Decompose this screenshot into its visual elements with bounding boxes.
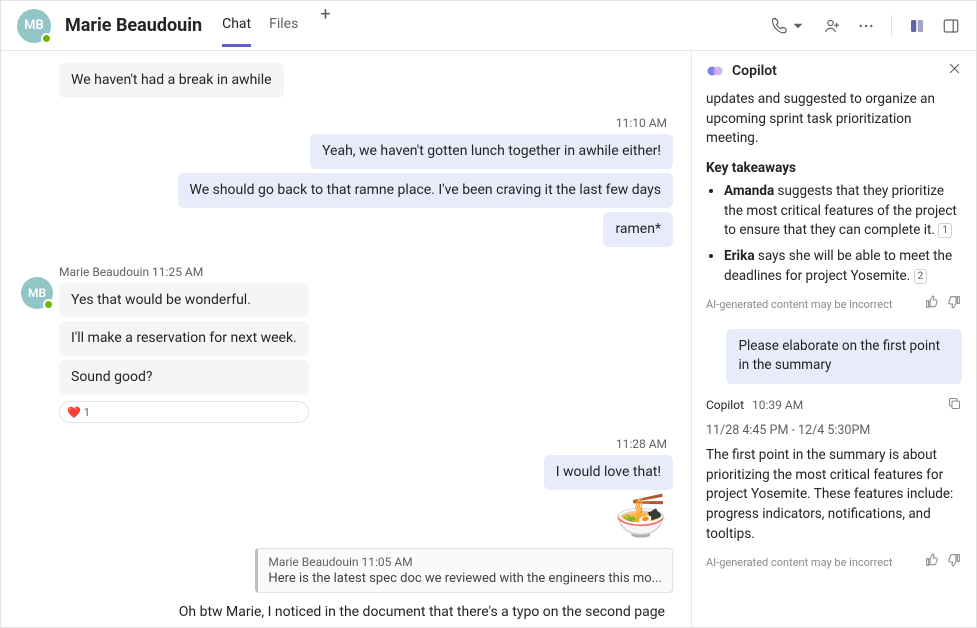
reference-badge[interactable]: 1: [938, 223, 952, 238]
copilot-logo-icon: [706, 62, 724, 80]
message-group-outgoing: 11:28 AM I would love that! 🍜: [15, 427, 673, 544]
thumbs-down-button[interactable]: [946, 552, 962, 575]
contact-name: Marie Beaudouin: [65, 15, 202, 36]
message-timestamp: 11:28 AM: [616, 437, 673, 451]
tab-files[interactable]: Files: [269, 4, 298, 47]
message-bubble[interactable]: ramen*: [603, 212, 673, 247]
message-bubble[interactable]: I'll make a reservation for next week.: [59, 321, 309, 356]
message-group-outgoing: Marie Beaudouin 11:05 AM Here is the lat…: [15, 548, 673, 619]
copilot-response-card: Copilot 10:39 AM 11/28 4:45 PM - 12/4 5:…: [706, 396, 962, 575]
ramen-emoji-icon[interactable]: 🍜: [615, 496, 667, 538]
chat-header: MB Marie Beaudouin Chat Files +: [1, 1, 976, 51]
quoted-reply[interactable]: Marie Beaudouin 11:05 AM Here is the lat…: [255, 548, 673, 593]
copilot-title: Copilot: [732, 63, 939, 79]
chat-messages-area: We haven't had a break in awhile 11:10 A…: [1, 51, 691, 627]
message-bubble[interactable]: Oh btw Marie, I noticed in the document …: [171, 599, 673, 619]
response-author: Copilot: [706, 397, 744, 414]
thumbs-down-button[interactable]: [946, 294, 962, 317]
message-timestamp: 11:10 AM: [616, 116, 673, 130]
chevron-down-icon: [789, 17, 807, 35]
copilot-summary-card: updates and suggested to organize an upc…: [706, 90, 962, 317]
avatar-initials: MB: [24, 18, 44, 33]
sender-avatar[interactable]: MB: [21, 277, 53, 309]
summary-intro: updates and suggested to organize an upc…: [706, 90, 962, 149]
message-bubble[interactable]: We haven't had a break in awhile: [59, 63, 284, 98]
key-takeaways-heading: Key takeaways: [706, 160, 796, 176]
copy-button[interactable]: [947, 396, 962, 416]
time-range: 11/28 4:45 PM - 12/4 5:30PM: [706, 422, 962, 440]
quoted-meta: Marie Beaudouin 11:05 AM: [268, 555, 662, 569]
response-time: 10:39 AM: [752, 397, 803, 414]
thumbs-up-button[interactable]: [924, 552, 940, 575]
message-group-incoming: We haven't had a break in awhile: [15, 63, 673, 102]
contact-avatar[interactable]: MB: [17, 9, 51, 43]
takeaway-item: Erika says she will be able to meet the …: [724, 247, 962, 286]
message-bubble[interactable]: Sound good?: [59, 360, 309, 395]
quoted-text: Here is the latest spec doc we reviewed …: [268, 571, 662, 586]
message-group-outgoing: 11:10 AM Yeah, we haven't gotten lunch t…: [15, 106, 673, 251]
add-tab-button[interactable]: +: [316, 4, 334, 47]
response-body: The first point in the summary is about …: [706, 446, 962, 544]
people-add-button[interactable]: [823, 17, 841, 35]
presence-available-icon: [43, 299, 54, 310]
tab-bar: Chat Files +: [222, 4, 334, 47]
open-panel-button[interactable]: [942, 17, 960, 35]
call-button[interactable]: [771, 17, 807, 35]
more-button[interactable]: [857, 17, 875, 35]
ai-disclaimer: AI-generated content may be incorrect: [706, 555, 918, 571]
presence-available-icon: [41, 33, 52, 44]
ai-disclaimer: AI-generated content may be incorrect: [706, 297, 918, 313]
thumbs-up-button[interactable]: [924, 294, 940, 317]
message-bubble[interactable]: I would love that!: [544, 455, 673, 490]
close-button[interactable]: [947, 61, 962, 80]
heart-icon: ❤️: [67, 406, 81, 419]
copilot-panel: Copilot updates and suggested to organiz…: [691, 51, 976, 627]
takeaway-item: Amanda suggests that they prioritize the…: [724, 182, 962, 241]
copilot-toggle-button[interactable]: [908, 17, 926, 35]
reference-badge[interactable]: 2: [914, 269, 928, 284]
reaction-heart[interactable]: ❤️ 1: [59, 401, 309, 423]
message-meta: Marie Beaudouin 11:25 AM: [59, 265, 309, 279]
message-bubble[interactable]: We should go back to that ramne place. I…: [178, 173, 674, 208]
message-group-incoming: MB Marie Beaudouin 11:25 AM Yes that wou…: [15, 255, 673, 424]
message-bubble[interactable]: Yeah, we haven't gotten lunch together i…: [310, 134, 673, 169]
copilot-user-prompt[interactable]: Please elaborate on the first point in t…: [726, 329, 962, 384]
separator: [891, 15, 892, 37]
tab-chat[interactable]: Chat: [222, 4, 251, 47]
header-actions: [771, 15, 960, 37]
message-bubble[interactable]: Yes that would be wonderful.: [59, 283, 309, 318]
